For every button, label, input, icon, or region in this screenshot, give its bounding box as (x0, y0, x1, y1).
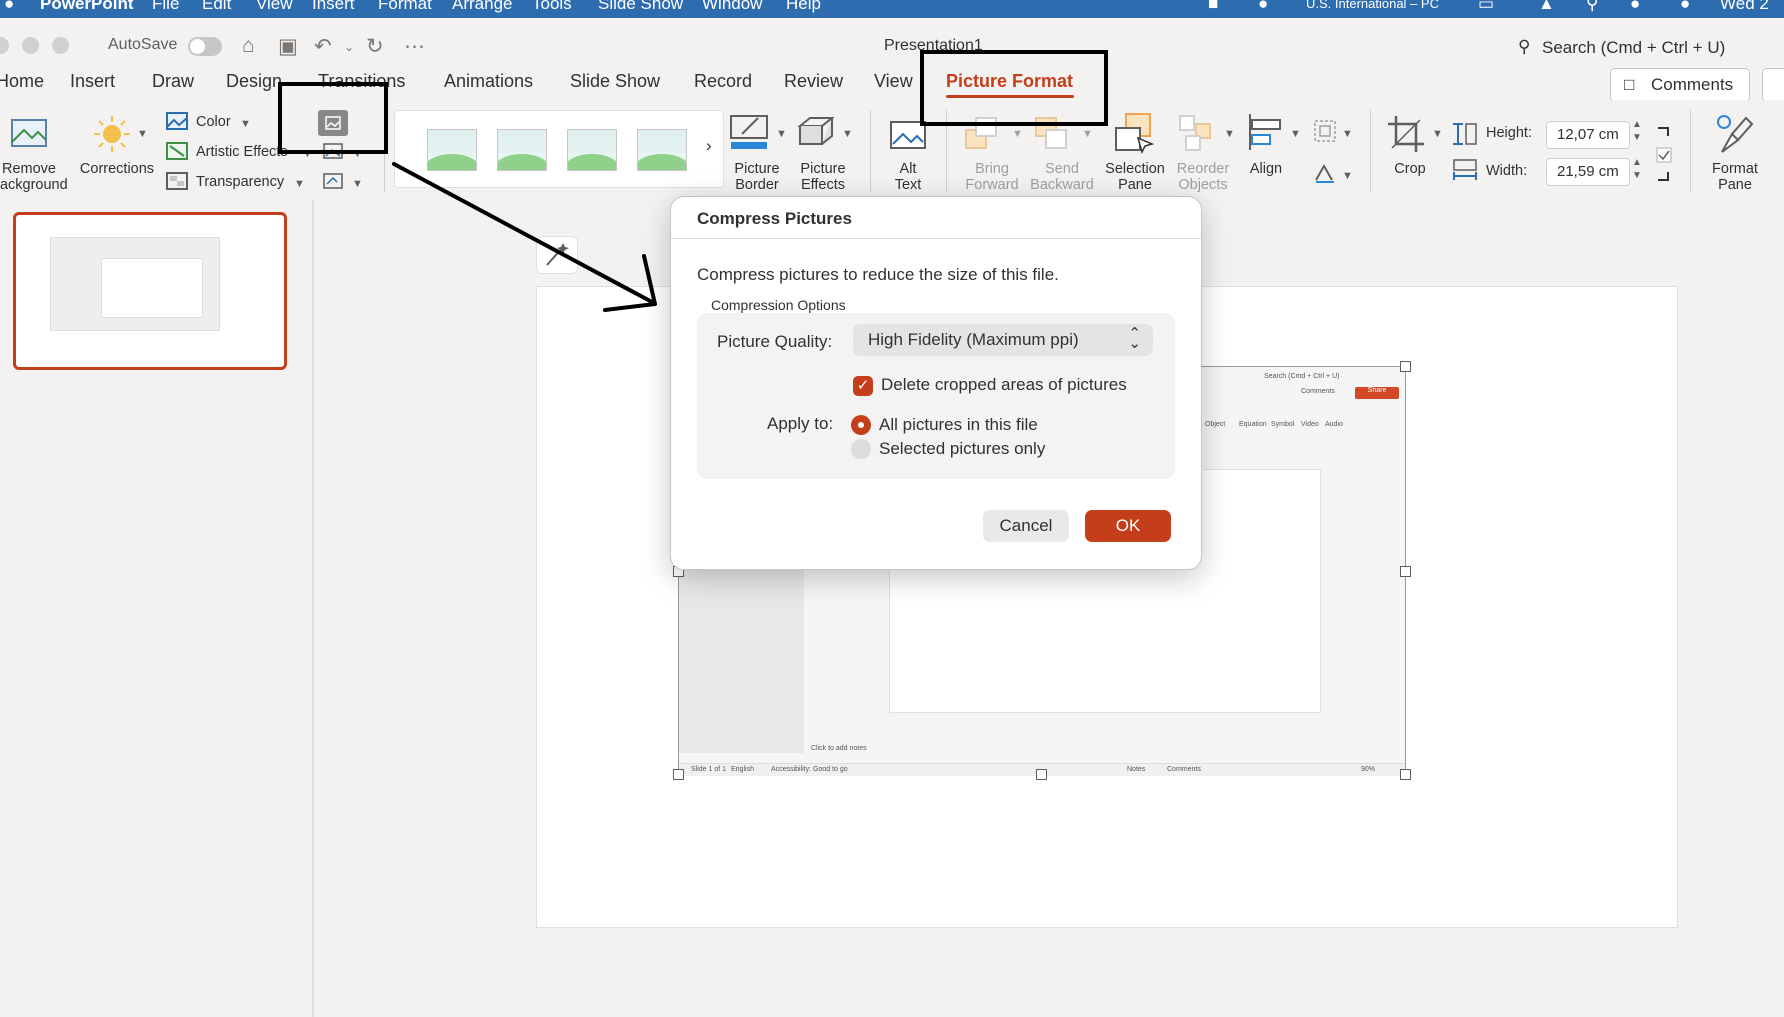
annotation-arrow (392, 162, 657, 312)
